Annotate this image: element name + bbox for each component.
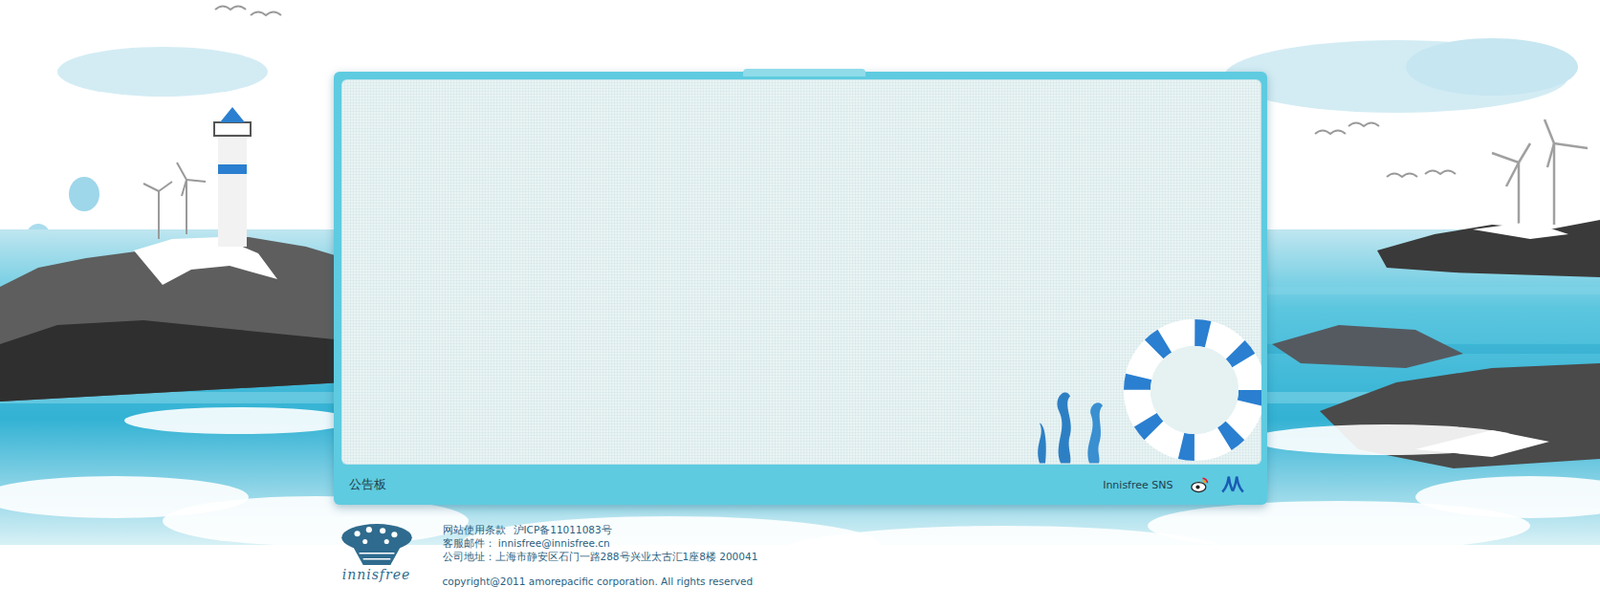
notice-panel [341, 79, 1262, 465]
content: 公告板 Innisfree SNS innisfree 网站使用条款沪ICP备1101… [0, 0, 1600, 589]
service-email: 客服邮件： innisfree@innisfree.cn [442, 537, 759, 550]
footer-link[interactable]: 沪ICP备11011083号 [513, 524, 613, 537]
footer: innisfree 网站使用条款沪ICP备11011083号客服邮件： innis… [333, 504, 1268, 589]
sns-group: Innisfree SNS [1102, 475, 1244, 495]
seaweed-icon [1031, 375, 1128, 465]
footer-info: 网站使用条款沪ICP备11011083号客服邮件： innisfree@inni… [442, 522, 759, 589]
copyright: copyright@2011 amorepacific corporation.… [442, 575, 759, 589]
innisfree-logo: innisfree [333, 522, 420, 589]
notice-board: 公告板 Innisfree SNS [333, 71, 1268, 505]
lifebuoy-icon [1117, 313, 1262, 465]
weibo-icon[interactable] [1188, 475, 1212, 495]
renren-icon[interactable] [1221, 475, 1245, 495]
flower-basket-icon [337, 522, 417, 568]
board-bar: 公告板 Innisfree SNS [341, 464, 1262, 505]
logo-text: innisfree [342, 567, 412, 583]
page: 公告板 Innisfree SNS innisfree 网站使用条款沪ICP备1101… [0, 0, 1600, 608]
board-title: 公告板 [349, 476, 387, 494]
board-tab [743, 68, 866, 77]
company-address: 公司地址：上海市静安区石门一路288号兴业太古汇1座8楼 200041 [442, 550, 759, 564]
footer-links: 网站使用条款沪ICP备11011083号 [442, 524, 759, 537]
sns-label: Innisfree SNS [1102, 479, 1173, 492]
footer-link[interactable]: 网站使用条款 [442, 524, 506, 537]
